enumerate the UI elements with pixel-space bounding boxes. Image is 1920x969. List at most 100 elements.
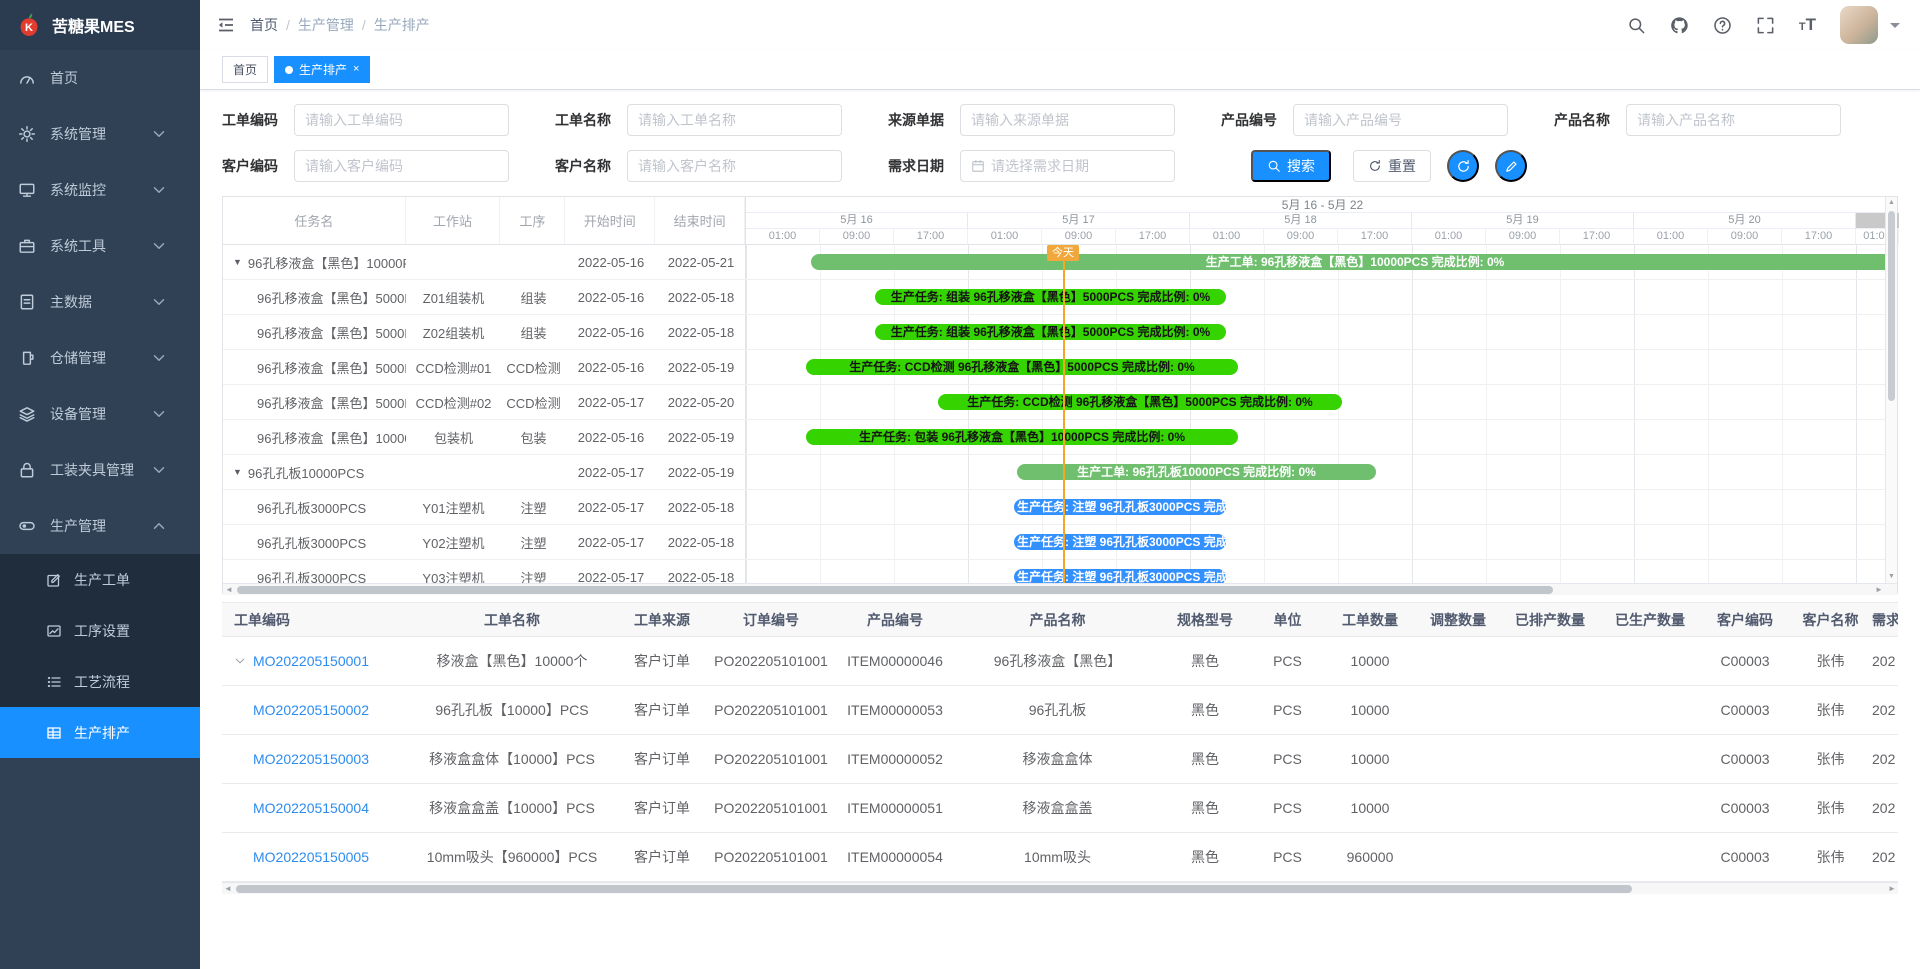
gantt-row[interactable]: 96孔孔板3000PCSY02注塑机注塑2022-05-172022-05-18…	[223, 525, 1897, 560]
scroll-right-icon[interactable]: ►	[1886, 883, 1898, 894]
gantt-bar-task[interactable]: 生产任务: 包装 96孔移液盒【黑色】10000PCS 完成比例: 0%	[806, 429, 1238, 445]
orders-cell: PO202205101001	[707, 735, 835, 783]
text-input[interactable]: 请输入产品编号	[1293, 104, 1508, 136]
orders-cell: 张伟	[1789, 784, 1872, 832]
search-button[interactable]: 搜索	[1251, 150, 1331, 182]
chevron-down-icon	[150, 125, 168, 143]
caret-down-icon[interactable]: ▼	[233, 467, 242, 477]
gantt-row[interactable]: 96孔孔板3000PCSY03注塑机注塑2022-05-172022-05-18…	[223, 560, 1897, 583]
orders-hscrollbar[interactable]: ◄►	[222, 882, 1898, 894]
breadcrumb-item[interactable]: 生产排产	[374, 15, 430, 35]
text-input[interactable]: 请输入客户名称	[627, 150, 842, 182]
gantt-bar-task[interactable]: 生产任务: 组装 96孔移液盒【黑色】5000PCS 完成比例: 0%	[875, 324, 1226, 340]
text-input[interactable]: 请输入工单名称	[627, 104, 842, 136]
sidebar-item[interactable]: 系统工具	[0, 218, 200, 274]
gantt-row[interactable]: 96孔移液盒【黑色】5000PCSCCD检测#01CCD检测2022-05-16…	[223, 350, 1897, 385]
sidebar-item[interactable]: 首页	[0, 50, 200, 106]
text-input[interactable]: 请输入工单编码	[294, 104, 509, 136]
fullscreen-icon[interactable]	[1756, 16, 1775, 35]
sidebar-subitem-active[interactable]: 生产排产	[0, 707, 200, 758]
list-icon	[46, 674, 62, 690]
scroll-thumb[interactable]	[236, 885, 1632, 893]
tab-active[interactable]: 生产排产 ×	[274, 56, 370, 83]
sidebar-subitem[interactable]: 工艺流程	[0, 656, 200, 707]
sidebar-subitem[interactable]: 生产工单	[0, 554, 200, 605]
orders-cell: C00003	[1701, 784, 1789, 832]
orders-row[interactable]: MO20220515000510mm吸头【960000】PCS客户订单PO202…	[222, 833, 1898, 882]
sidebar-item[interactable]: 系统管理	[0, 106, 200, 162]
gantt-bar-order[interactable]: 生产工单: 96孔孔板10000PCS 完成比例: 0%	[1017, 464, 1376, 480]
orders-row[interactable]: MO202205150004移液盒盒盖【10000】PCS客户订单PO20220…	[222, 784, 1898, 833]
sidebar-item[interactable]: 仓储管理	[0, 330, 200, 386]
side-menu: 首页系统管理系统监控系统工具主数据仓储管理设备管理工装夹具管理生产管理生产工单工…	[0, 50, 200, 758]
gantt-row[interactable]: 96孔移液盒【黑色】5000PCSZ02组装机组装2022-05-162022-…	[223, 315, 1897, 350]
refresh-round-button[interactable]	[1447, 150, 1479, 182]
gantt-bar-selected[interactable]: 生产任务: 注塑 96孔孔板3000PCS 完成比例: 0%	[1014, 499, 1226, 515]
gantt-row[interactable]: 96孔移液盒【黑色】10000PCS包装机包装2022-05-162022-05…	[223, 420, 1897, 455]
breadcrumb-item[interactable]: 首页	[250, 15, 278, 35]
tab-label: 生产排产	[299, 61, 347, 78]
work-order-link[interactable]: MO202205150002	[253, 702, 369, 718]
reset-button[interactable]: 重置	[1353, 150, 1431, 182]
work-order-link[interactable]: MO202205150004	[253, 800, 369, 816]
github-icon[interactable]	[1670, 16, 1689, 35]
orders-row[interactable]: MO202205150001移液盒【黑色】10000个客户订单PO2022051…	[222, 637, 1898, 686]
tab-item[interactable]: 首页	[222, 56, 268, 83]
filter-field: 客户编码请输入客户编码	[222, 150, 509, 182]
sidebar-item[interactable]: 主数据	[0, 274, 200, 330]
gantt-bar-selected[interactable]: 生产任务: 注塑 96孔孔板3000PCS 完成比例: 0%	[1014, 569, 1226, 583]
scroll-thumb[interactable]	[237, 586, 1553, 594]
gantt-row[interactable]: 96孔移液盒【黑色】5000PCSCCD检测#02CCD检测2022-05-17…	[223, 385, 1897, 420]
expand-chevron-icon[interactable]	[234, 655, 246, 667]
scroll-right-icon[interactable]: ►	[1873, 584, 1885, 595]
sidebar-subitem[interactable]: 工序设置	[0, 605, 200, 656]
sidebar-collapse-icon[interactable]	[216, 15, 236, 35]
close-icon[interactable]: ×	[353, 64, 359, 75]
scroll-up-icon[interactable]: ▲	[1886, 197, 1897, 209]
gantt-row[interactable]: 96孔移液盒【黑色】5000PCSZ01组装机组装2022-05-162022-…	[223, 280, 1897, 315]
gantt-process: 包装	[501, 420, 566, 454]
caret-down-icon[interactable]: ▼	[233, 257, 242, 267]
work-order-link[interactable]: MO202205150005	[253, 849, 369, 865]
gantt-bar-task[interactable]: 生产任务: 组装 96孔移液盒【黑色】5000PCS 完成比例: 0%	[875, 289, 1226, 305]
fontsize-icon[interactable]: TT	[1799, 15, 1816, 35]
text-input[interactable]: 请输入产品名称	[1626, 104, 1841, 136]
gantt-day-label: 5月 20	[1634, 213, 1856, 229]
input-placeholder: 请输入客户名称	[638, 156, 736, 176]
text-input[interactable]: 请输入客户编码	[294, 150, 509, 182]
orders-cell	[1415, 686, 1501, 734]
filter-field: 客户名称请输入客户名称	[555, 150, 842, 182]
gantt-bar-order[interactable]: 生产工单: 96孔移液盒【黑色】10000PCS 完成比例: 0%	[811, 254, 1897, 270]
gantt-vscrollbar[interactable]: ▲▼	[1885, 197, 1897, 583]
orders-cell: MO202205150003	[222, 735, 407, 783]
work-order-link[interactable]: MO202205150001	[253, 653, 369, 669]
sidebar-item[interactable]: 工装夹具管理	[0, 442, 200, 498]
work-order-link[interactable]: MO202205150003	[253, 751, 369, 767]
text-input[interactable]: 请输入来源单据	[960, 104, 1175, 136]
gantt-hscrollbar[interactable]: ◄►	[223, 583, 1897, 595]
sidebar-item[interactable]: 设备管理	[0, 386, 200, 442]
search-icon[interactable]	[1627, 16, 1646, 35]
date-input[interactable]: 请选择需求日期	[960, 150, 1175, 182]
edit-round-button[interactable]	[1495, 150, 1527, 182]
gantt-bar-selected[interactable]: 生产任务: 注塑 96孔孔板3000PCS 完成比例: 0%	[1014, 534, 1226, 550]
sidebar-item[interactable]: 生产管理	[0, 498, 200, 554]
gantt-bar-task[interactable]: 生产任务: CCD检测 96孔移液盒【黑色】5000PCS 完成比例: 0%	[806, 359, 1238, 375]
gantt-day-label: 5月 16	[746, 213, 968, 229]
scroll-left-icon[interactable]: ◄	[222, 883, 234, 894]
question-icon[interactable]	[1713, 16, 1732, 35]
orders-row[interactable]: MO20220515000296孔孔板【10000】PCS客户订单PO20220…	[222, 686, 1898, 735]
user-avatar[interactable]	[1840, 6, 1878, 44]
gantt-row[interactable]: 96孔孔板3000PCSY01注塑机注塑2022-05-172022-05-18…	[223, 490, 1897, 525]
scroll-left-icon[interactable]: ◄	[223, 584, 235, 595]
scroll-thumb[interactable]	[1888, 211, 1895, 401]
gantt-hour-label: 09:00	[1708, 229, 1782, 245]
breadcrumb-item[interactable]: 生产管理	[298, 15, 354, 35]
scroll-down-icon[interactable]: ▼	[1886, 571, 1897, 583]
orders-row[interactable]: MO202205150003移液盒盒体【10000】PCS客户订单PO20220…	[222, 735, 1898, 784]
sidebar-item[interactable]: 系统监控	[0, 162, 200, 218]
gantt-bar-task[interactable]: 生产任务: CCD检测 96孔移液盒【黑色】5000PCS 完成比例: 0%	[938, 394, 1342, 410]
chevron-down-icon[interactable]	[1890, 23, 1900, 33]
gantt-row[interactable]: ▼96孔孔板10000PCS2022-05-172022-05-19生产工单: …	[223, 455, 1897, 490]
filter-area: 工单编码请输入工单编码工单名称请输入工单名称来源单据请输入来源单据产品编号请输入…	[222, 104, 1898, 182]
